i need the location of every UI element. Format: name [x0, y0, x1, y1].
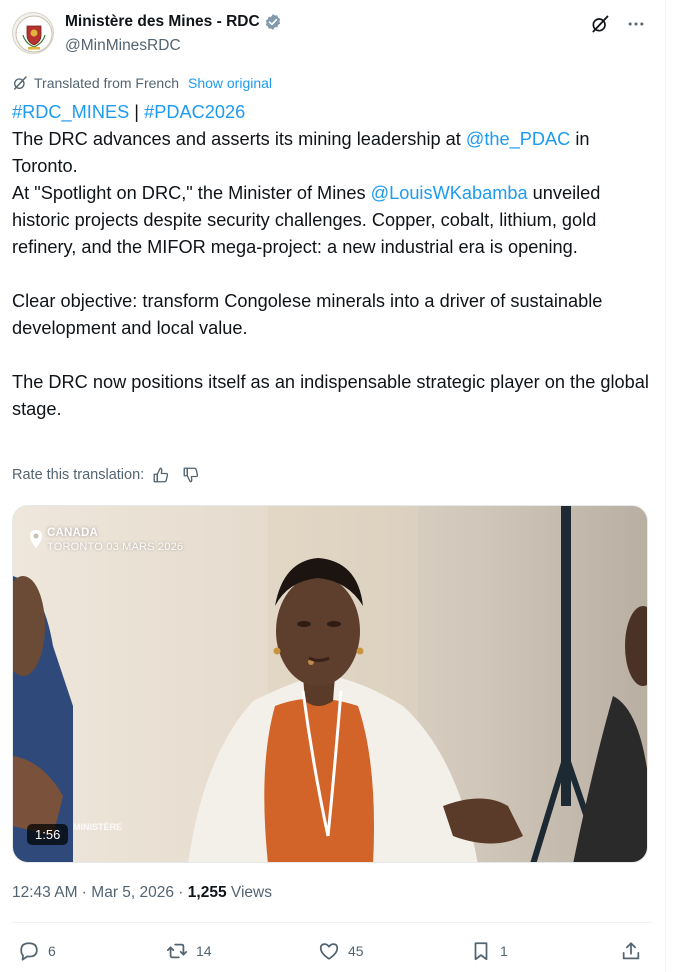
rate-translation: Rate this translation: [12, 466, 200, 484]
video-player[interactable]: CANADA TORONTO 03 MARS 2026 MINISTÈRE 1:… [12, 505, 648, 863]
tweet-paragraph-2: Clear objective: transform Congolese min… [12, 291, 603, 338]
location-pin-icon [30, 530, 42, 548]
hashtag-pdac2026[interactable]: #PDAC2026 [144, 102, 245, 122]
column-divider [665, 0, 666, 972]
location-country: CANADA [47, 527, 99, 539]
video-watermark: MINISTÈRE [73, 822, 123, 832]
tweet-paragraph-1: #RDC_MINES | #PDAC2026 The DRC advances … [12, 99, 652, 261]
thumbs-up-icon[interactable] [152, 466, 170, 484]
tweet-text: #RDC_MINES | #PDAC2026 The DRC advances … [12, 99, 652, 423]
reply-icon [20, 942, 38, 961]
views-label: Views [226, 884, 272, 901]
share-icon [622, 942, 640, 960]
action-bar: 6 14 45 1 [18, 940, 646, 966]
bookmark-icon [474, 942, 488, 961]
text-p1-a: The DRC advances and asserts its mining … [12, 129, 466, 149]
location-tag: CANADA TORONTO 03 MARS 2026 [47, 526, 183, 554]
meta-separator: · [77, 884, 92, 901]
mention-the-pdac[interactable]: @the_PDAC [466, 129, 570, 149]
thumbs-down-icon[interactable] [182, 466, 200, 484]
tweet-meta: 12:43 AM · Mar 5, 2026 · 1,255 Views [12, 884, 272, 902]
video-thumbnail [13, 506, 647, 862]
rate-translation-label: Rate this translation: [12, 467, 145, 483]
repost-icon [166, 943, 188, 959]
tweet-date[interactable]: Mar 5, 2026 [91, 884, 174, 901]
bookmark-count: 1 [500, 943, 508, 959]
bookmark-button[interactable]: 1 [470, 940, 508, 962]
more-options-icon[interactable] [625, 13, 647, 35]
action-bar-divider [12, 922, 652, 923]
translated-label: Translated from French [34, 75, 179, 91]
author-handle[interactable]: @MinMinesRDC [65, 37, 181, 55]
like-count: 45 [348, 943, 364, 959]
translation-notice: Translated from French Show original [12, 75, 272, 91]
views-count: 1,255 [187, 884, 227, 901]
show-original-link[interactable]: Show original [188, 75, 272, 91]
like-button[interactable]: 45 [318, 940, 364, 962]
tweet-paragraph-3: The DRC now positions itself as an indis… [12, 372, 649, 419]
reply-button[interactable]: 6 [18, 940, 56, 962]
translate-icon [13, 76, 27, 90]
video-duration-badge: 1:56 [27, 824, 69, 845]
heart-icon [319, 943, 339, 960]
author-name-text[interactable]: Ministère des Mines - RDC [65, 13, 260, 31]
repost-count: 14 [196, 943, 212, 959]
text-p2-a: At "Spotlight on DRC," the Minister of M… [12, 183, 371, 203]
coat-of-arms-icon [15, 15, 53, 53]
tweet-time[interactable]: 12:43 AM [12, 884, 78, 901]
hashtag-rdc-mines[interactable]: #RDC_MINES [12, 102, 129, 122]
meta-separator-2: · [174, 884, 188, 901]
reply-count: 6 [48, 943, 56, 959]
avatar[interactable] [12, 12, 54, 54]
share-button[interactable] [620, 940, 642, 962]
hashtag-separator: | [129, 102, 145, 122]
grok-icon[interactable] [589, 13, 611, 35]
repost-button[interactable]: 14 [166, 940, 212, 962]
verified-badge-icon[interactable] [264, 13, 282, 31]
location-city-date: TORONTO 03 MARS 2026 [47, 541, 184, 553]
mention-louiswkabamba[interactable]: @LouisWKabamba [371, 183, 528, 203]
author-name[interactable]: Ministère des Mines - RDC [65, 13, 282, 31]
